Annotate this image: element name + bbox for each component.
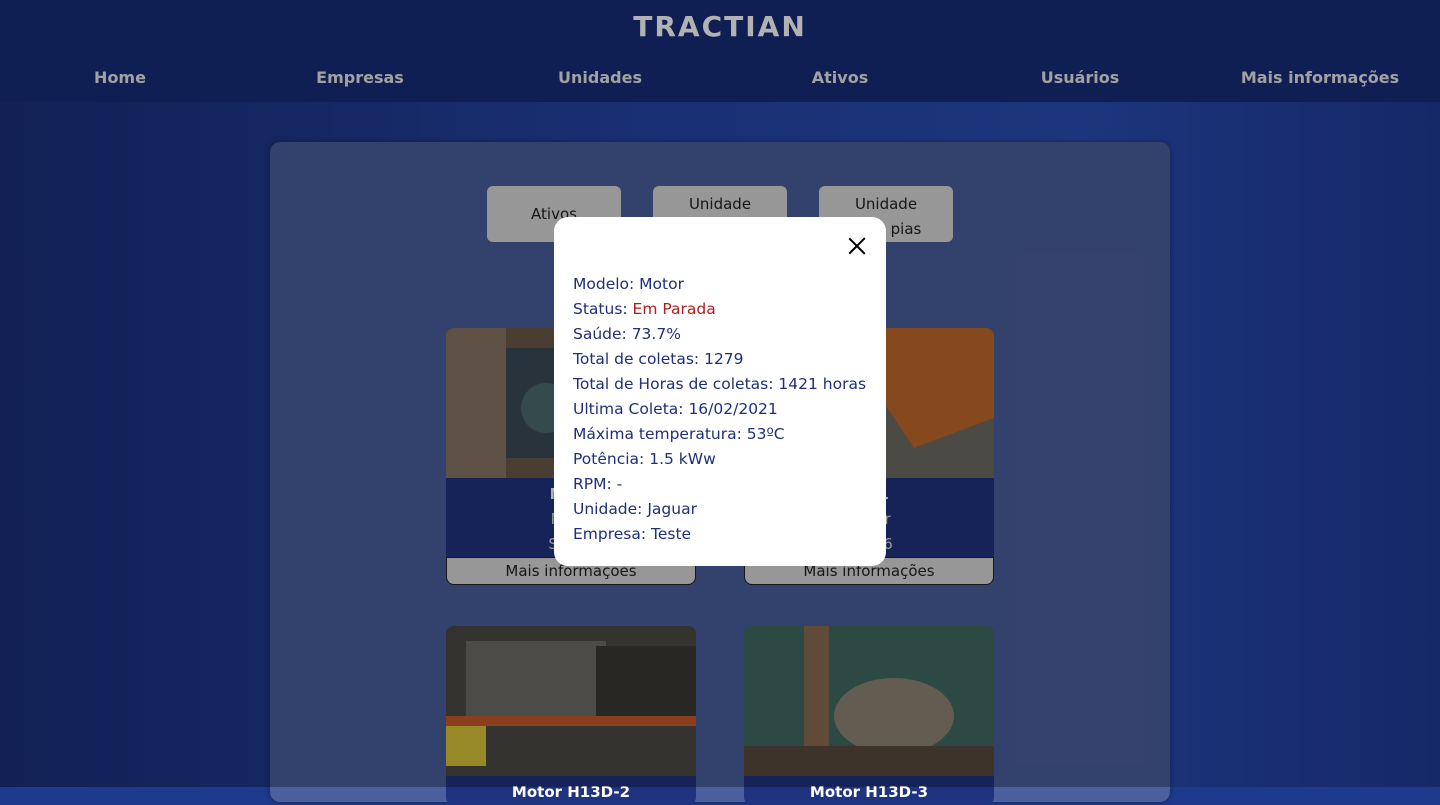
detail-potencia: Potência: 1.5 kWw: [573, 450, 716, 468]
asset-details-modal: Modelo: Motor Status: Em Parada Saúde: 7…: [554, 217, 886, 566]
status-value: Em Parada: [632, 300, 716, 318]
detail-total-horas: Total de Horas de coletas: 1421 horas: [573, 375, 867, 393]
detail-unidade: Unidade: Jaguar: [573, 500, 697, 518]
detail-modelo: Modelo: Motor: [573, 275, 684, 293]
asset-details-list: Modelo: Motor Status: Em Parada Saúde: 7…: [573, 272, 866, 547]
detail-ultima-coleta: Ultima Coleta: 16/02/2021: [573, 400, 778, 418]
detail-saude: Saúde: 73.7%: [573, 325, 681, 343]
detail-rpm: RPM: -: [573, 475, 623, 493]
close-icon[interactable]: [846, 235, 868, 257]
detail-total-coletas: Total de coletas: 1279: [573, 350, 744, 368]
detail-empresa: Empresa: Teste: [573, 525, 692, 543]
detail-max-temperatura: Máxima temperatura: 53ºC: [573, 425, 785, 443]
detail-status: Status: Em Parada: [573, 300, 716, 318]
